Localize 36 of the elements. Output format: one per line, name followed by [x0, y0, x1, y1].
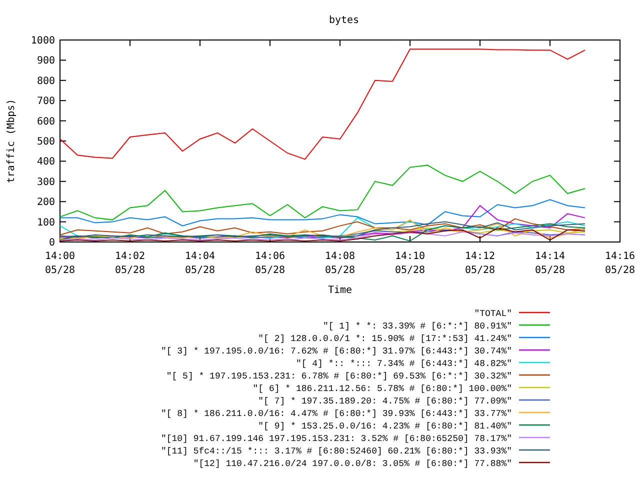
y-tick-label: 500 [36, 136, 55, 148]
x-tick-label: 14:06 05/28 [254, 251, 286, 276]
y-tick-label: 600 [36, 116, 55, 128]
y-tick-label: 300 [36, 176, 55, 188]
legend-label: "[ 9] * 153.25.0.0/16: 4.23% # [6:80:*] 81.40%" [258, 422, 512, 432]
y-tick-label: 1000 [30, 36, 55, 46]
legend-label: "[ 8] * 186.211.0.0/16: 4.47% # [6:80:*] 39.93% [6:443:*] 33.77%" [160, 409, 512, 419]
y-tick-label: 700 [36, 96, 55, 108]
legend-label: "[11] 5fc4::/15 *::: 3.17% # [6:80:52460] 60.21% [6:80:*] 33.93%" [160, 446, 512, 456]
y-axis-title: traffic (Mbps) [6, 98, 17, 184]
legend-label: "[10] 91.67.199.146 197.195.153.231: 3.52% # [6:80:65250] 78.17%" [160, 434, 512, 444]
legend-label: "TOTAL" [474, 309, 512, 319]
x-tick-label: 14:14 05/28 [534, 251, 566, 276]
x-tick-label: 14:04 05/28 [184, 251, 216, 276]
y-tick-label: 400 [36, 156, 55, 168]
legend-label: "[ 1] * *: 33.39% # [6:*:*] 80.91%" [322, 322, 512, 332]
x-tick-label: 14:10 05/28 [394, 251, 426, 276]
legend-label: "[12] 110.47.216.0/24 197.0.0.0/8: 3.05% # [6:80:*] 77.88%" [193, 459, 512, 469]
legend-label: "[ 6] * 186.211.12.56: 5.78% # [6:80:*] 100.00%" [252, 384, 512, 394]
legend-label: "[ 2] 128.0.0.0/1 *: 15.90% # [17:*:53] 41.24%" [258, 334, 512, 344]
legend-label: "[ 3] * 197.195.0.0/16: 7.62% # [6:80:*] 31.97% [6:443:*] 30.74%" [160, 346, 512, 356]
y-tick-label: 800 [36, 76, 55, 87]
chart-title: bytes [328, 15, 360, 26]
x-tick-label: 14:08 05/28 [324, 251, 356, 276]
x-tick-label: 14:12 05/28 [464, 251, 496, 276]
x-axis-title: Time [328, 285, 352, 296]
x-tick-label: 14:02 05/28 [114, 251, 146, 276]
y-tick-label: 0 [48, 238, 55, 248]
x-tick-label: 14:16 05/28 [604, 251, 636, 276]
y-tick-label: 200 [36, 197, 55, 208]
y-tick-label: 900 [36, 56, 55, 67]
legend-label: "[ 5] * 197.195.153.231: 6.78% # [6:80:*] 69.53% [6:*:*] 30.32%" [166, 372, 512, 382]
legend-label: "[ 4] *:: *::: 7.34% # [6:443:*] 48.82%" [296, 359, 512, 369]
legend-label: "[ 7] * 197.35.189.20: 4.75% # [6:80:*] 77.09%" [258, 396, 512, 406]
y-tick-label: 100 [36, 217, 55, 228]
x-tick-label: 14:00 05/28 [44, 251, 76, 276]
